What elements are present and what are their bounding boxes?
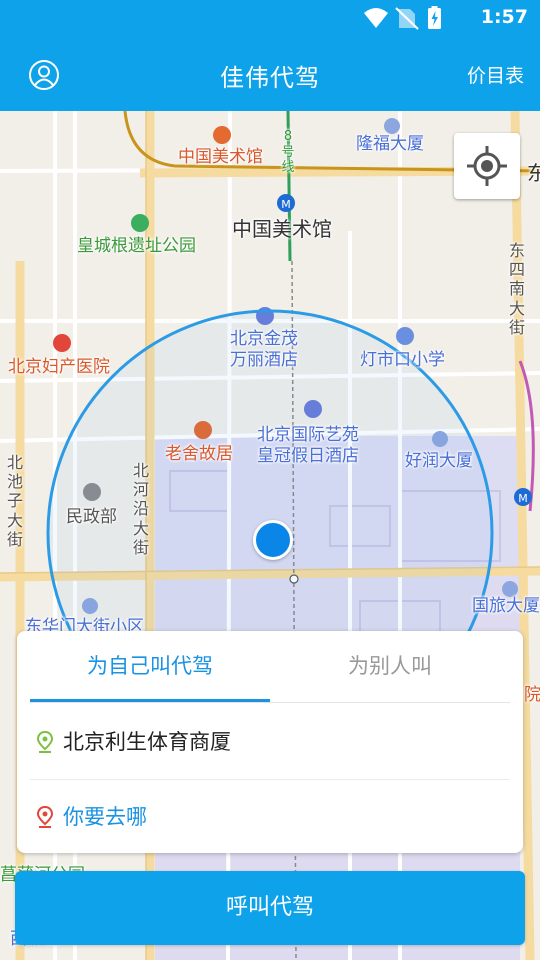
divider [30, 779, 510, 780]
price-list-button[interactable]: 价目表 [467, 61, 524, 88]
building-poi-icon [502, 581, 518, 597]
map-label: 东四南大街 [508, 241, 525, 337]
map-label: 国旅大厦 [472, 596, 540, 616]
pickup-location-text: 北京利生体育商厦 [63, 730, 231, 754]
tab-for-others[interactable]: 为别人叫 [270, 631, 510, 701]
map-label: 好润大厦 [405, 451, 473, 471]
map-label: 东 [527, 161, 540, 185]
map-label: 民政部 [66, 507, 117, 527]
subway-station-icon: M [277, 194, 295, 212]
destination-pin-icon [36, 806, 54, 828]
map-label: 北京金茂 [230, 329, 298, 349]
wifi-icon [364, 8, 388, 28]
hospital-poi-icon [53, 334, 71, 352]
battery-charging-icon [428, 6, 441, 29]
svg-text:M: M [281, 198, 291, 211]
map-label: 北京国际艺苑 [257, 425, 359, 445]
museum-poi-icon [213, 126, 231, 144]
map-label: 8号线 [281, 129, 295, 176]
status-time: 1:57 [480, 6, 528, 28]
destination-field[interactable]: 你要去哪 [35, 781, 507, 851]
locate-button[interactable] [454, 133, 520, 199]
page-title: 佳伟代驾 [220, 64, 320, 92]
map-label: 皇城根遗址公园 [77, 236, 196, 256]
map-label: 灯市口小学 [360, 350, 445, 370]
booking-card: 为自己叫代驾 为别人叫 北京利生体育商厦 你要去哪 [17, 631, 523, 853]
map-label: 老舍故居 [165, 444, 233, 464]
status-bar: 1:57 [0, 0, 540, 36]
app-bar: 佳伟代驾 价目表 [0, 36, 540, 111]
tab-for-self[interactable]: 为自己叫代驾 [30, 631, 270, 701]
map-label: 隆福大厦 [356, 134, 424, 154]
map-label: 万丽酒店 [230, 350, 298, 370]
map-label: 皇冠假日酒店 [257, 446, 359, 466]
map-label: 北河沿大街 [132, 461, 149, 557]
map-label: 中国美术馆 [178, 147, 263, 167]
call-driver-button[interactable]: 呼叫代驾 [15, 871, 525, 945]
status-icons [364, 6, 441, 30]
map-label: 北京妇产医院 [8, 357, 110, 377]
park-poi-icon [131, 214, 149, 232]
crosshair-icon [467, 146, 507, 186]
pickup-location-field[interactable]: 北京利生体育商厦 [35, 706, 507, 776]
building-poi-icon [384, 118, 400, 134]
destination-placeholder: 你要去哪 [63, 805, 147, 829]
subway-station-icon: M [514, 488, 532, 506]
no-sim-icon [395, 7, 419, 30]
pickup-pin-icon [36, 731, 54, 753]
map-label: 院 [524, 685, 540, 705]
svg-text:M: M [518, 492, 528, 505]
map-label: 北池子大街 [6, 453, 23, 549]
divider [30, 702, 510, 703]
current-location-marker [253, 520, 293, 560]
school-poi-icon [396, 327, 414, 345]
map-label: 中国美术馆 [232, 217, 332, 241]
